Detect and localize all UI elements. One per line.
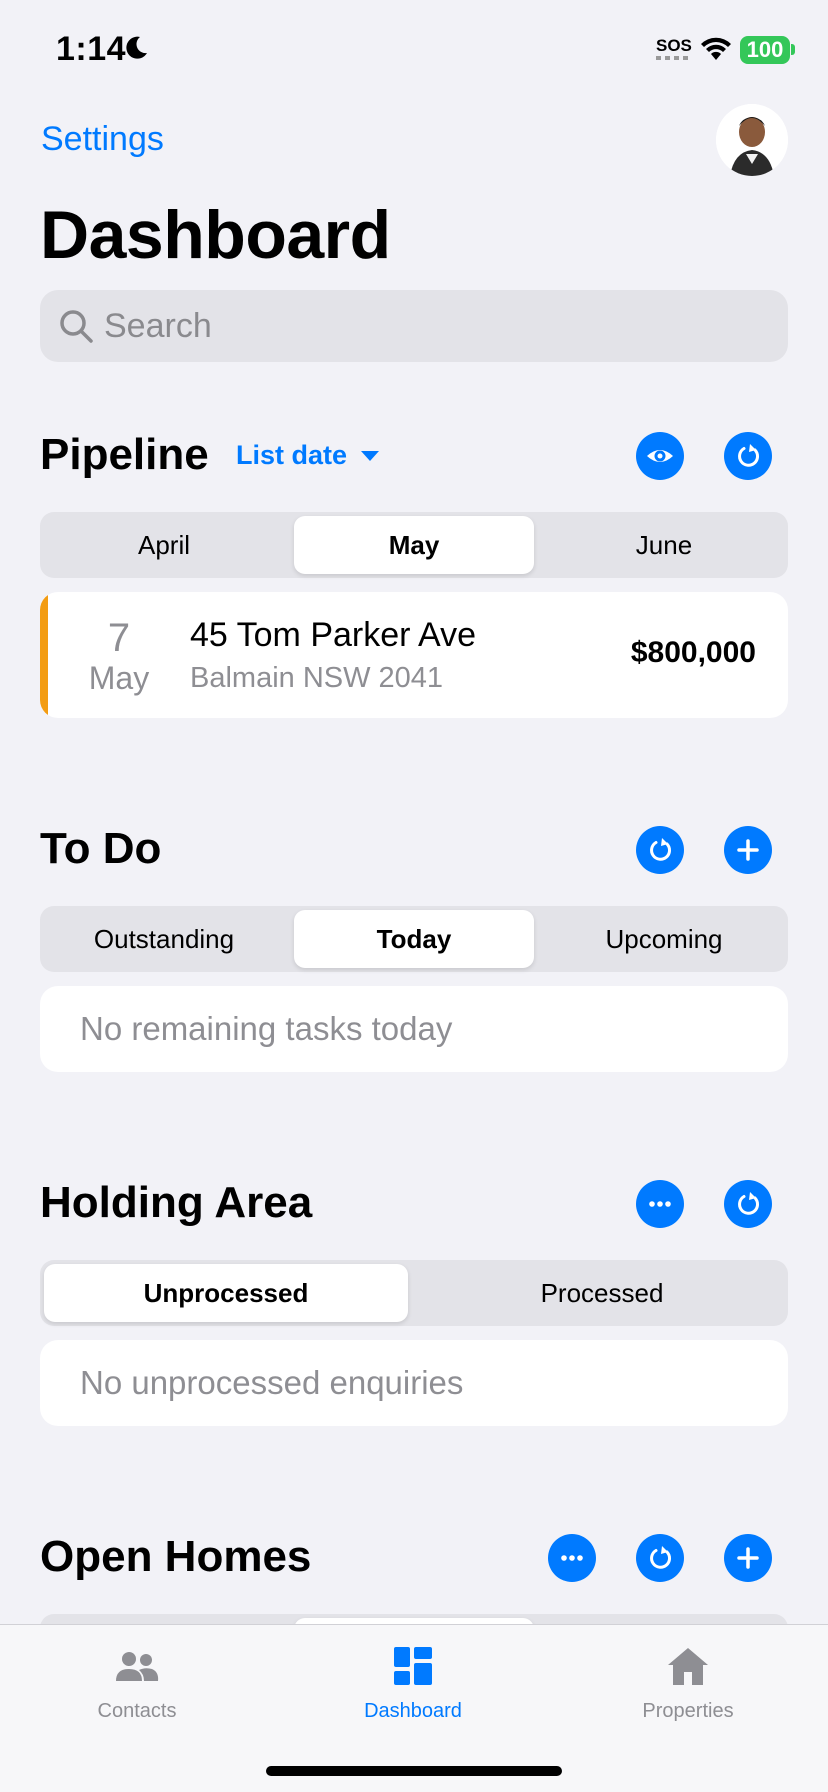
holding-empty-text: No unprocessed enquiries [80, 1364, 464, 1401]
pipeline-month-selector: April May June [40, 512, 788, 578]
dashboard-icon [394, 1647, 432, 1685]
todo-empty-text: No remaining tasks today [80, 1010, 453, 1047]
status-time: 1:14 [56, 30, 127, 68]
pipeline-refresh-button[interactable] [724, 432, 772, 480]
settings-button[interactable]: Settings [41, 120, 164, 159]
open-homes-refresh-button[interactable] [636, 1534, 684, 1582]
deal-day: 7 [107, 616, 131, 660]
more-icon [561, 1555, 583, 1561]
caret-down-icon[interactable] [360, 450, 380, 462]
segment-outstanding[interactable]: Outstanding [44, 910, 284, 968]
signal-dots-icon [656, 56, 690, 60]
holding-more-button[interactable] [636, 1180, 684, 1228]
segment-unprocessed[interactable]: Unprocessed [44, 1264, 408, 1322]
segment-may[interactable]: May [294, 516, 534, 574]
segment-upcoming[interactable]: Upcoming [544, 910, 784, 968]
refresh-icon [738, 1192, 760, 1215]
segment-today[interactable]: Today [294, 910, 534, 968]
search-bar[interactable] [40, 290, 788, 362]
sos-indicator: SOS [656, 36, 692, 55]
moon-icon [126, 36, 147, 59]
holding-area-title: Holding Area [40, 1178, 313, 1227]
plus-icon [737, 1547, 759, 1569]
people-icon [116, 1652, 159, 1681]
refresh-icon [738, 444, 760, 467]
deal-status-bar [40, 592, 48, 718]
segment-june[interactable]: June [544, 516, 784, 574]
dashboard-screen: 1:14 SOS 100 Settings Dashboard Search P… [0, 0, 828, 1792]
refresh-icon [650, 1546, 672, 1569]
tab-contacts[interactable]: Contacts [47, 1637, 227, 1737]
home-indicator [266, 1766, 562, 1776]
segment-processed[interactable]: Processed [420, 1264, 784, 1322]
todo-add-button[interactable] [724, 826, 772, 874]
tab-dashboard[interactable]: Dashboard [323, 1637, 503, 1737]
holding-segment-selector: Unprocessed Processed [40, 1260, 788, 1326]
eye-icon [647, 450, 673, 462]
open-homes-add-button[interactable] [724, 1534, 772, 1582]
wifi-icon [701, 37, 731, 60]
open-homes-more-button[interactable] [548, 1534, 596, 1582]
status-bar: 1:14 SOS 100 [0, 0, 828, 100]
search-icon [60, 310, 93, 343]
tab-properties[interactable]: Properties [598, 1637, 778, 1737]
open-homes-title: Open Homes [40, 1532, 312, 1581]
segment-april[interactable]: April [44, 516, 284, 574]
page-title: Dashboard [40, 197, 391, 273]
deal-suburb: Balmain NSW 2041 [190, 662, 444, 694]
house-icon [668, 1648, 708, 1685]
avatar-image [716, 104, 788, 176]
more-icon [649, 1201, 671, 1207]
deal-month: May [88, 660, 150, 696]
todo-refresh-button[interactable] [636, 826, 684, 874]
avatar[interactable] [716, 104, 788, 176]
refresh-icon [650, 838, 672, 861]
search-input[interactable] [104, 290, 764, 362]
pipeline-title: Pipeline [40, 430, 209, 479]
todo-segment-selector: Outstanding Today Upcoming [40, 906, 788, 972]
tab-properties-label: Properties [642, 1700, 734, 1722]
battery-icon: 100 [740, 36, 790, 64]
pipeline-deal-card[interactable]: 7 May 45 Tom Parker Ave Balmain NSW 2041… [40, 592, 788, 718]
tab-contacts-label: Contacts [97, 1700, 177, 1722]
plus-icon [737, 839, 759, 861]
tab-dashboard-label: Dashboard [364, 1700, 462, 1722]
deal-address: 45 Tom Parker Ave [190, 616, 477, 654]
holding-empty-card: No unprocessed enquiries [40, 1340, 788, 1426]
battery-tip [791, 44, 795, 55]
todo-empty-card: No remaining tasks today [40, 986, 788, 1072]
todo-title: To Do [40, 824, 162, 873]
deal-price: $800,000 [630, 636, 756, 669]
visibility-button[interactable] [636, 432, 684, 480]
holding-refresh-button[interactable] [724, 1180, 772, 1228]
list-date-filter[interactable]: List date [236, 440, 347, 471]
